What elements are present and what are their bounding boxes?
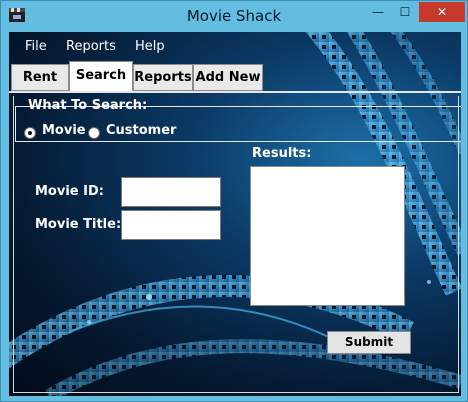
- movie-title-label: Movie Title:: [35, 217, 122, 232]
- submit-button[interactable]: Submit: [327, 331, 411, 354]
- radio-movie-label[interactable]: Movie: [42, 123, 86, 138]
- main-panel: File Reports Help Rent Search Reports Ad…: [9, 32, 461, 396]
- search-type-group: What To Search: Movie Customer: [15, 98, 461, 142]
- movie-title-input[interactable]: [121, 210, 221, 240]
- search-type-group-title: What To Search:: [28, 98, 148, 113]
- radio-selected-dot: [28, 131, 32, 135]
- app-window: Movie Shack — ☐ ✕ File Reports Help Rent…: [0, 0, 468, 402]
- maximize-button[interactable]: ☐: [392, 2, 418, 22]
- radio-customer-label[interactable]: Customer: [106, 123, 176, 138]
- tab-panel-top-edge: [9, 91, 461, 93]
- title-bar[interactable]: Movie Shack — ☐ ✕: [1, 1, 467, 32]
- radio-movie[interactable]: [24, 127, 36, 139]
- tab-search[interactable]: Search: [69, 61, 133, 91]
- radio-customer[interactable]: [88, 127, 100, 139]
- movie-id-label: Movie ID:: [35, 184, 104, 199]
- minimize-button[interactable]: —: [365, 2, 391, 22]
- results-listbox[interactable]: [250, 166, 405, 306]
- tab-rent[interactable]: Rent: [11, 64, 69, 91]
- menu-help[interactable]: Help: [135, 39, 165, 54]
- close-button[interactable]: ✕: [419, 2, 465, 22]
- menu-file[interactable]: File: [25, 39, 47, 54]
- movie-id-input[interactable]: [121, 177, 221, 207]
- tab-add-new[interactable]: Add New: [193, 64, 263, 91]
- tab-reports[interactable]: Reports: [133, 64, 193, 91]
- menu-bar: File Reports Help: [9, 32, 461, 60]
- menu-reports[interactable]: Reports: [66, 39, 116, 54]
- results-label: Results:: [252, 146, 312, 161]
